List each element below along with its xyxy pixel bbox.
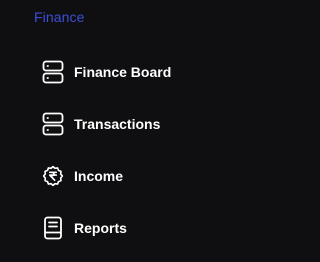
- rupee-coin-icon: [42, 163, 64, 189]
- menu-item-transactions[interactable]: Transactions: [42, 110, 272, 138]
- menu-item-label: Reports: [74, 220, 127, 236]
- menu-item-label: Income: [74, 168, 124, 184]
- menu-item-finance-board[interactable]: Finance Board: [42, 58, 272, 86]
- server-icon: [42, 111, 64, 137]
- finance-menu: Finance Board Transactions Income Report…: [42, 58, 272, 262]
- menu-item-income[interactable]: Income: [42, 162, 272, 190]
- report-document-icon: [42, 215, 64, 241]
- finance-nav-panel: Finance Finance Board Transactions Incom…: [0, 0, 280, 262]
- section-title: Finance: [34, 9, 85, 25]
- menu-item-reports[interactable]: Reports: [42, 214, 272, 242]
- menu-item-label: Finance Board: [74, 64, 172, 80]
- server-icon: [42, 59, 64, 85]
- menu-item-label: Transactions: [74, 116, 161, 132]
